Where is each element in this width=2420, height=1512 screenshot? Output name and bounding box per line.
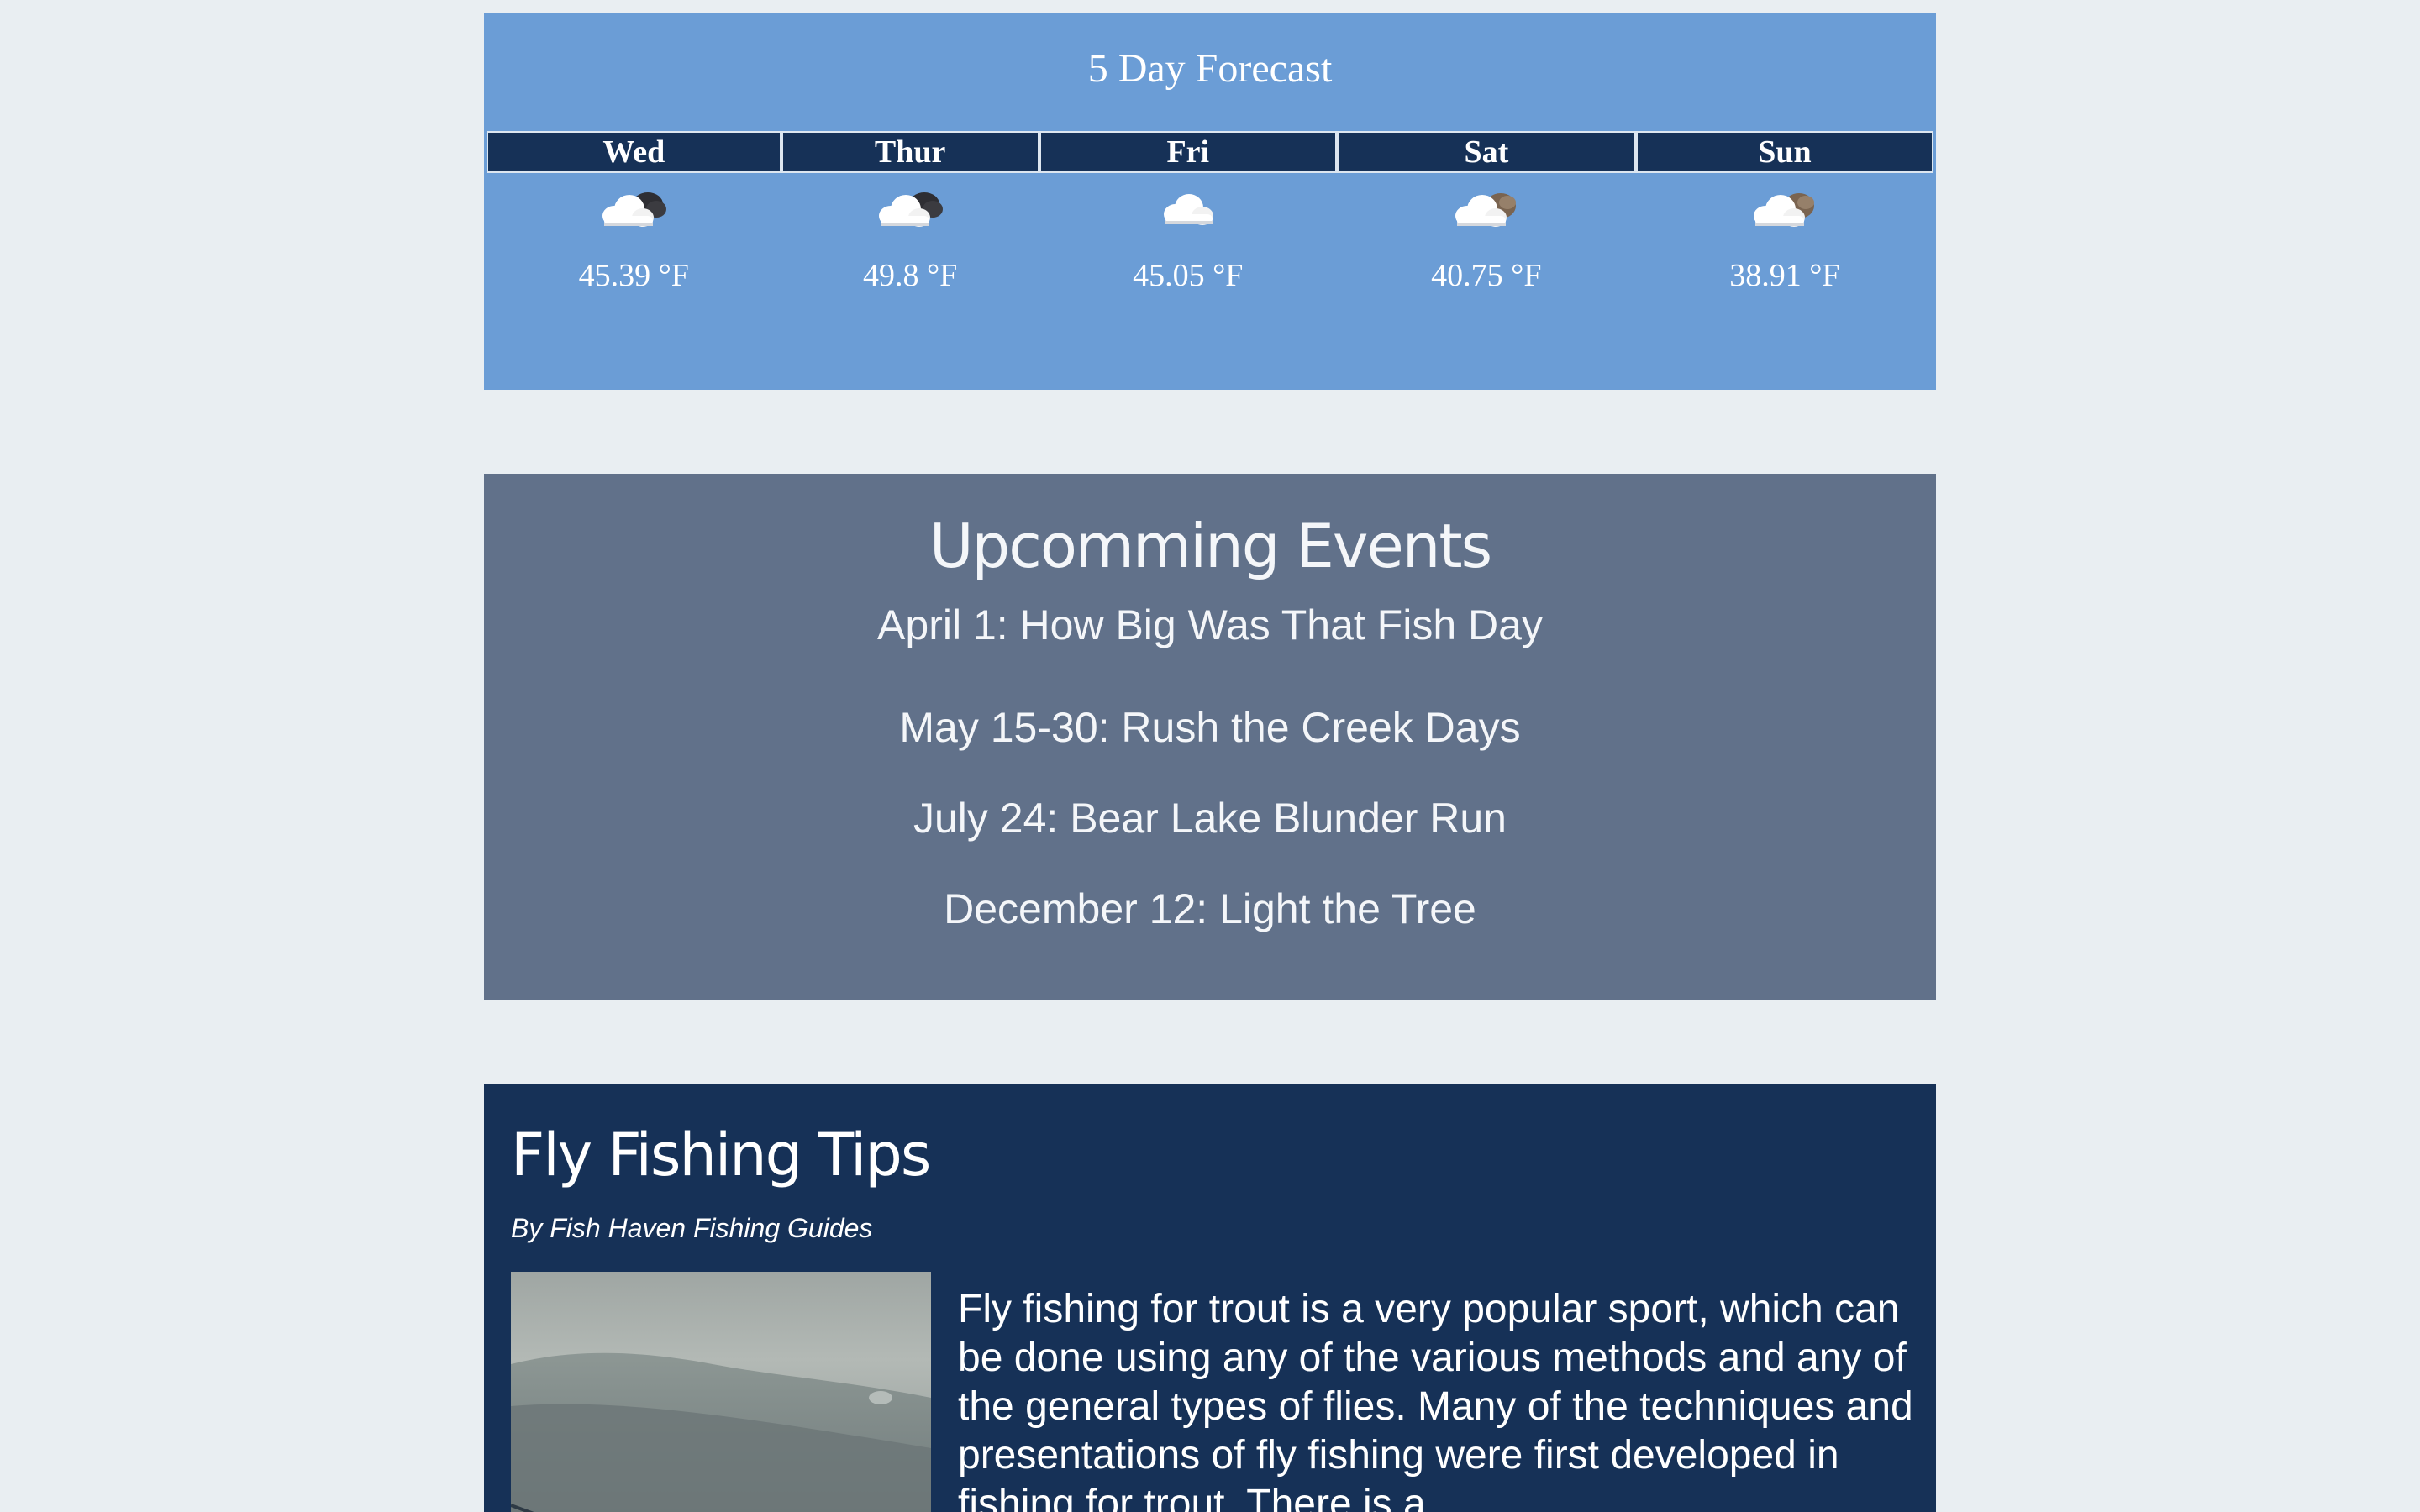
forecast-day-header: Sun (1635, 131, 1933, 173)
forecast-temperature: 45.39 °F (578, 258, 689, 293)
events-list: April 1: How Big Was That Fish Day May 1… (484, 588, 1936, 951)
forecast-icon-cell (1337, 173, 1636, 254)
tips-panel: Fly Fishing Tips By Fish Haven Fishing G… (484, 1084, 1936, 1512)
cloud-brown-icon (1449, 186, 1524, 233)
forecast-day-header: Wed (487, 131, 781, 173)
forecast-day-header: Sat (1336, 131, 1636, 173)
forecast-title: 5 Day Forecast (1087, 46, 1333, 91)
tips-body: Fly fishing for trout is a very popular … (958, 1287, 1913, 1512)
cloud-dark-sun-icon (872, 186, 948, 233)
events-title: Upcomming Events (929, 511, 1492, 581)
forecast-temperature: 40.75 °F (1431, 258, 1542, 293)
events-panel: Upcomming Events April 1: How Big Was Th… (484, 474, 1936, 1000)
forecast-icon-cell (1039, 173, 1337, 254)
forecast-temperature: 38.91 °F (1729, 258, 1840, 293)
forecast-day-header: Thur (781, 131, 1039, 173)
tips-title: Fly Fishing Tips (511, 1121, 931, 1189)
event-item: July 24: Bear Lake Blunder Run (913, 795, 1507, 842)
tips-byline: By Fish Haven Fishing Guides (511, 1213, 873, 1243)
forecast-table: Wed Thur Fri Sat Sun 45.39 °F 49.8 °F 45… (487, 131, 1933, 309)
event-item: May 15-30: Rush the Creek Days (899, 704, 1521, 751)
forecast-panel: 5 Day Forecast Wed Thur Fri Sat Sun 45.3… (484, 13, 1936, 390)
forecast-temperature: 45.05 °F (1133, 258, 1244, 293)
fly-fishing-photo (511, 1272, 931, 1512)
cloud-icon (1150, 186, 1226, 233)
forecast-temperature: 49.8 °F (862, 258, 958, 293)
cloud-dark-sun-icon (596, 186, 671, 233)
cloud-brown-icon (1747, 186, 1823, 233)
event-item: April 1: How Big Was That Fish Day (877, 601, 1543, 648)
event-item: December 12: Light the Tree (944, 885, 1476, 932)
forecast-icon-cell (1636, 173, 1933, 254)
forecast-day-header: Fri (1039, 131, 1337, 173)
forecast-icon-cell (781, 173, 1039, 254)
forecast-icon-cell (487, 173, 781, 254)
